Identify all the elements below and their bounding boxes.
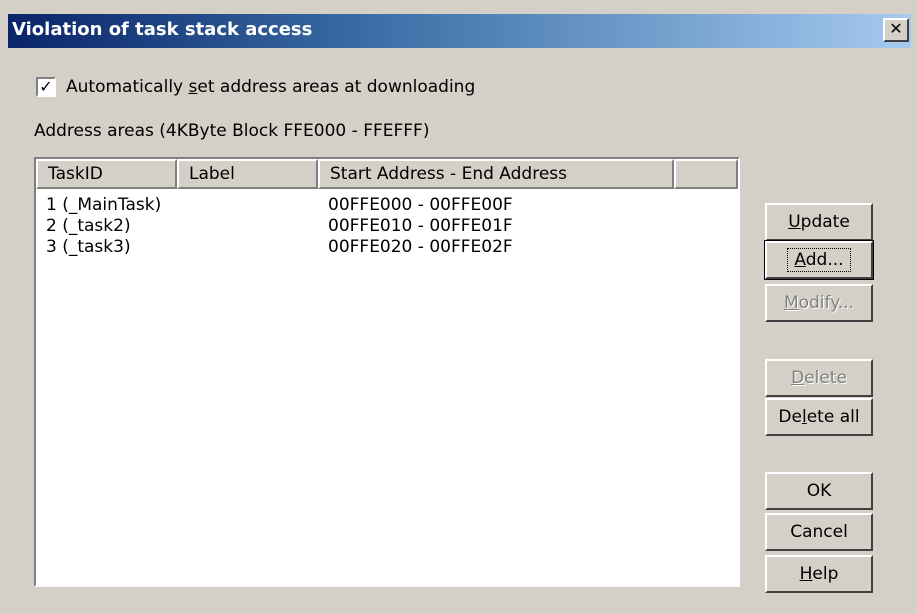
column-header-taskid[interactable]: TaskID: [36, 159, 177, 189]
dialog-window: Violation of task stack access ✕ ✓ Autom…: [0, 0, 917, 614]
update-button[interactable]: Update: [765, 203, 873, 241]
cancel-button[interactable]: Cancel: [765, 513, 873, 551]
column-header-empty[interactable]: [674, 159, 738, 189]
row-taskid: 3 (_task3): [46, 237, 131, 257]
auto-set-address-row[interactable]: ✓ Automatically set address areas at dow…: [36, 77, 475, 97]
column-header-address-range[interactable]: Start Address - End Address: [318, 159, 674, 189]
row-taskid: 2 (_task2): [46, 216, 131, 236]
add-button[interactable]: Add...: [764, 240, 874, 280]
auto-set-address-label[interactable]: Automatically set address areas at downl…: [66, 77, 475, 97]
row-address-range: 00FFE000 - 00FFE00F: [328, 195, 513, 215]
table-row[interactable]: 1 (_MainTask) 00FFE000 - 00FFE00F: [36, 195, 738, 216]
ok-button[interactable]: OK: [765, 472, 873, 510]
close-button[interactable]: ✕: [883, 18, 909, 42]
column-header-label[interactable]: Label: [177, 159, 318, 189]
table-row[interactable]: 3 (_task3) 00FFE020 - 00FFE02F: [36, 237, 738, 258]
delete-all-button[interactable]: Delete all: [765, 398, 873, 436]
address-areas-list[interactable]: TaskID Label Start Address - End Address…: [34, 157, 740, 587]
list-body: 1 (_MainTask) 00FFE000 - 00FFE00F 2 (_ta…: [36, 195, 738, 258]
table-row[interactable]: 2 (_task2) 00FFE010 - 00FFE01F: [36, 216, 738, 237]
delete-button[interactable]: Delete: [765, 359, 873, 397]
help-button[interactable]: Help: [765, 555, 873, 593]
address-areas-label: Address areas (4KByte Block FFE000 - FFE…: [34, 121, 430, 141]
row-address-range: 00FFE020 - 00FFE02F: [328, 237, 513, 257]
modify-button[interactable]: Modify...: [765, 284, 873, 322]
row-address-range: 00FFE010 - 00FFE01F: [328, 216, 513, 236]
focus-indicator: Add...: [787, 248, 851, 272]
auto-set-address-checkbox[interactable]: ✓: [36, 77, 56, 97]
row-taskid: 1 (_MainTask): [46, 195, 162, 215]
close-icon: ✕: [889, 19, 903, 38]
list-header: TaskID Label Start Address - End Address: [36, 159, 738, 189]
title-bar[interactable]: Violation of task stack access ✕: [8, 14, 911, 48]
checkmark-icon: ✓: [39, 77, 53, 96]
dialog-title: Violation of task stack access: [12, 19, 313, 40]
